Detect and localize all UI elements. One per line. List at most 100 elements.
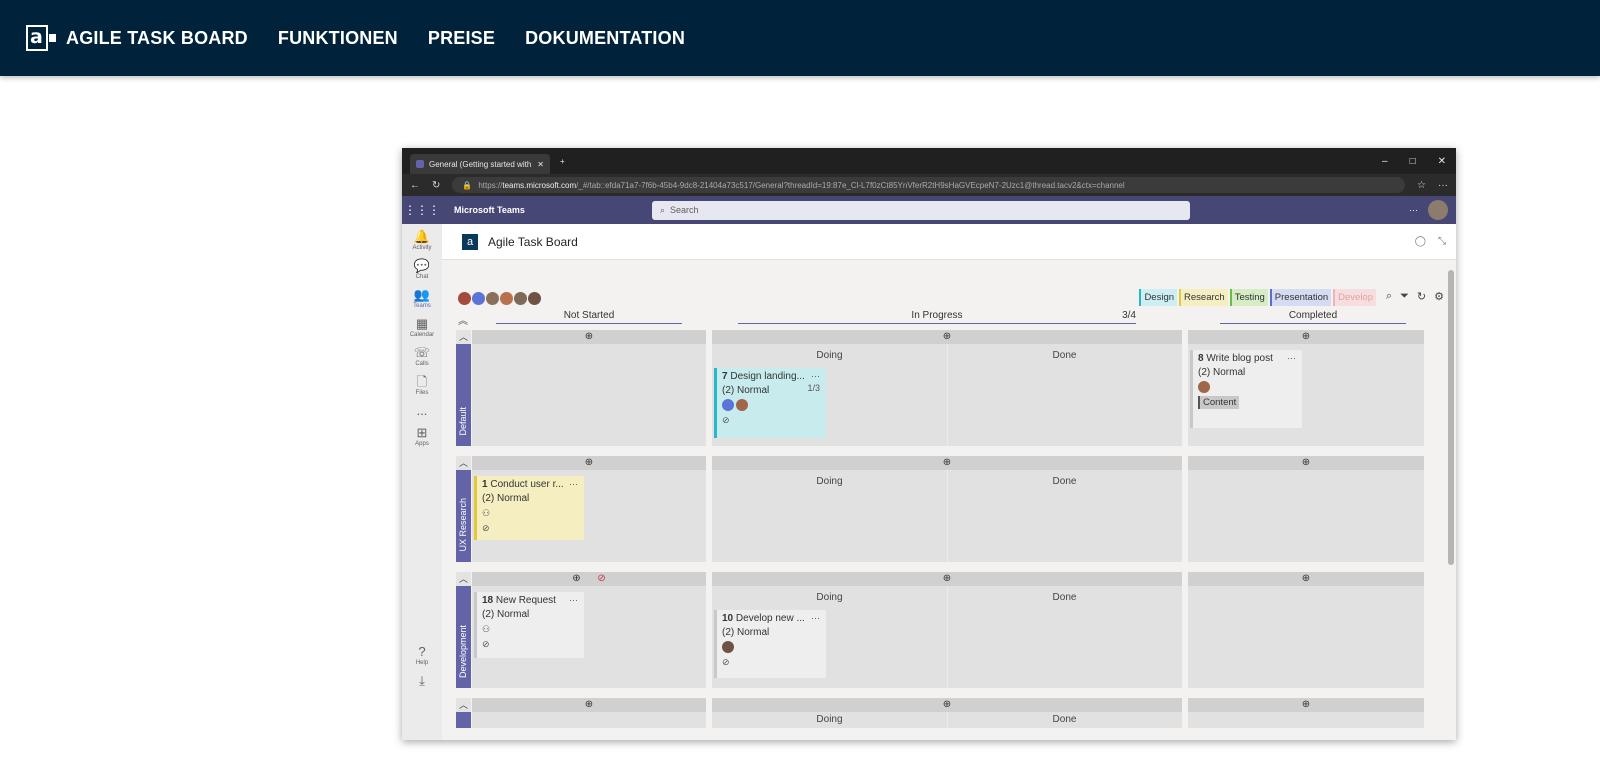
chat-icon: 💬 bbox=[413, 258, 431, 273]
apps-icon: ⊞ bbox=[416, 425, 428, 440]
board-tools: ⌕ ⏷ ↻ ⚙ bbox=[1386, 290, 1444, 303]
minimize-icon[interactable]: – bbox=[1382, 156, 1388, 167]
settings-icon[interactable]: ⚙ bbox=[1434, 290, 1444, 303]
task-card[interactable]: 18 New Request (2) Normal ··· ⚇ ⊘ bbox=[474, 592, 584, 658]
add-card-icon[interactable]: ⊕ bbox=[472, 330, 706, 344]
more-icon: ··· bbox=[569, 595, 578, 605]
rail-more[interactable]: ... bbox=[417, 404, 428, 418]
rail-download[interactable]: ⤓ bbox=[419, 674, 425, 688]
subcolumn-done: Done bbox=[1052, 476, 1077, 487]
avatar[interactable] bbox=[458, 292, 471, 305]
bell-icon: 🔔 bbox=[413, 229, 431, 244]
back-icon[interactable]: ← bbox=[410, 180, 420, 191]
collapse-icon[interactable]: ⤡ bbox=[1438, 236, 1446, 247]
teams-search-input[interactable]: ⌕ Search bbox=[652, 200, 1190, 220]
add-card-icon[interactable]: ⊕ bbox=[1188, 456, 1424, 470]
cell-not-started: ⊕ 1 Conduct user r... (2) Normal ··· ⚇ ⊘ bbox=[472, 456, 706, 562]
avatar[interactable] bbox=[514, 292, 527, 305]
avatar[interactable] bbox=[528, 292, 541, 305]
browser-tab[interactable]: General (Getting started with Ag ✕ bbox=[410, 154, 550, 174]
tag-icon: ⊘ bbox=[722, 657, 730, 667]
tag-filter-presentation[interactable]: Presentation bbox=[1269, 289, 1332, 306]
maximize-icon[interactable]: □ bbox=[1410, 156, 1416, 167]
checklist-count: 1/3 bbox=[807, 383, 820, 393]
tag-filter-bar: Design Research Testing Presentation Develop bbox=[1137, 289, 1376, 306]
tag-filter-design[interactable]: Design bbox=[1139, 289, 1178, 306]
add-card-icon[interactable]: ⊕ bbox=[712, 456, 1182, 470]
tag-filter-research[interactable]: Research bbox=[1179, 289, 1228, 306]
collapse-all-icon[interactable]: ︽ bbox=[458, 312, 468, 327]
rail-teams[interactable]: 👥 Teams bbox=[413, 288, 431, 310]
close-window-icon[interactable]: ✕ bbox=[1438, 156, 1446, 167]
swimlane-partial: ︿ ⊕ ⊕ Doing Done ⊕ bbox=[456, 698, 1434, 728]
lane-label[interactable]: ︿ Default bbox=[456, 330, 471, 446]
add-card-icon[interactable]: ⊕ bbox=[712, 572, 1182, 586]
add-card-icon[interactable]: ⊕ bbox=[1188, 572, 1424, 586]
scrollbar[interactable] bbox=[1448, 270, 1454, 565]
teams-favicon-icon bbox=[416, 160, 424, 168]
add-card-icon[interactable]: ⊕ bbox=[712, 698, 1182, 712]
reload-icon[interactable]: ↻ bbox=[432, 180, 440, 191]
add-card-icon[interactable]: ⊕ bbox=[712, 330, 1182, 344]
rail-calendar[interactable]: ▦ Calendar bbox=[410, 317, 434, 339]
avatar[interactable] bbox=[472, 292, 485, 305]
tag-filter-testing[interactable]: Testing bbox=[1229, 289, 1268, 306]
tag-icon: ⊘ bbox=[722, 415, 730, 425]
avatar bbox=[722, 641, 734, 653]
user-avatar[interactable] bbox=[1428, 200, 1448, 220]
teams-header: ⋮⋮⋮ Microsoft Teams ⌕ Search ··· bbox=[402, 196, 1456, 224]
add-card-icon[interactable]: ⊕ bbox=[472, 698, 706, 712]
subcolumn-doing: Doing bbox=[816, 476, 843, 487]
avatar[interactable] bbox=[500, 292, 513, 305]
add-card-icon[interactable]: ⊕ bbox=[1188, 330, 1424, 344]
task-card[interactable]: 10 Develop new ... (2) Normal ··· ⊘ bbox=[714, 610, 826, 678]
lane-label[interactable]: ︿ UX Research bbox=[456, 456, 471, 562]
lane-label[interactable]: ︿ Development bbox=[456, 572, 471, 688]
close-tab-icon[interactable]: ✕ bbox=[537, 160, 544, 169]
avatar bbox=[722, 399, 734, 411]
search-icon[interactable]: ⌕ bbox=[1386, 290, 1392, 303]
rail-calls[interactable]: ☏ Calls bbox=[414, 346, 430, 368]
nav-link-preise[interactable]: PREISE bbox=[428, 28, 495, 49]
filter-icon[interactable]: ⏷ bbox=[1400, 290, 1409, 303]
site-navbar: a AGILE TASK BOARD FUNKTIONEN PREISE DOK… bbox=[0, 0, 1600, 76]
refresh-icon[interactable]: ↻ bbox=[1417, 290, 1426, 303]
tag-filter-develop[interactable]: Develop bbox=[1333, 289, 1376, 306]
conversation-icon[interactable]: ◯ bbox=[1415, 236, 1426, 247]
rail-apps[interactable]: ⊞ Apps bbox=[415, 425, 429, 448]
more-icon[interactable]: ··· bbox=[1409, 205, 1418, 215]
avatar bbox=[736, 399, 748, 411]
brand-link[interactable]: a AGILE TASK BOARD bbox=[26, 25, 278, 51]
app-launcher-icon[interactable]: ⋮⋮⋮ bbox=[402, 203, 442, 217]
task-card[interactable]: 1 Conduct user r... (2) Normal ··· ⚇ ⊘ bbox=[474, 476, 584, 540]
cell-not-started: ⊕ ⊘ 18 New Request (2) Normal ··· ⚇ ⊘ bbox=[472, 572, 706, 688]
tab-title: General (Getting started with Ag bbox=[429, 159, 533, 169]
rail-activity[interactable]: 🔔 Activity bbox=[412, 229, 431, 252]
task-card[interactable]: 7 Design landing... (2) Normal ··· 1/3 ⊘ bbox=[714, 368, 826, 438]
nav-link-dokumentation[interactable]: DOKUMENTATION bbox=[525, 28, 685, 49]
cell-completed: ⊕ bbox=[1188, 456, 1424, 562]
url-field[interactable]: 🔒 https://teams.microsoft.com/_#/tab::ef… bbox=[452, 177, 1406, 193]
cell-in-progress: ⊕ Doing Done 10 Develop new ... (2) Norm… bbox=[712, 572, 1182, 688]
download-icon: ⤓ bbox=[419, 673, 425, 688]
favorites-icon[interactable]: ☆ bbox=[1417, 180, 1426, 191]
nav-link-funktionen[interactable]: FUNKTIONEN bbox=[278, 28, 398, 49]
add-card-icon[interactable]: ⊕ bbox=[1188, 698, 1424, 712]
search-icon: ⌕ bbox=[660, 204, 666, 215]
wip-limit: 3/4 bbox=[1122, 310, 1136, 321]
add-card-icon[interactable]: ⊕ ⊘ bbox=[472, 572, 706, 586]
teams-left-rail: 🔔 Activity 💬 Chat 👥 Teams ▦ Calendar ☏ Calls … bbox=[402, 224, 442, 740]
more-icon[interactable]: ··· bbox=[1438, 180, 1448, 191]
avatar[interactable] bbox=[486, 292, 499, 305]
rail-files[interactable]: 🗋 Files bbox=[416, 375, 429, 397]
add-card-icon[interactable]: ⊕ bbox=[472, 456, 706, 470]
help-icon: ? bbox=[418, 644, 426, 659]
rail-chat[interactable]: 💬 Chat bbox=[413, 258, 431, 281]
column-not-started: Not Started bbox=[496, 310, 682, 324]
new-tab-icon[interactable]: + bbox=[560, 157, 565, 166]
card-tag: Content bbox=[1198, 396, 1240, 409]
lane-label[interactable]: ︿ bbox=[456, 698, 471, 728]
task-card[interactable]: 8 Write blog post (2) Normal ··· Content bbox=[1190, 350, 1302, 428]
cell-not-started: ⊕ bbox=[472, 698, 706, 728]
rail-help[interactable]: ? Help bbox=[416, 644, 428, 667]
